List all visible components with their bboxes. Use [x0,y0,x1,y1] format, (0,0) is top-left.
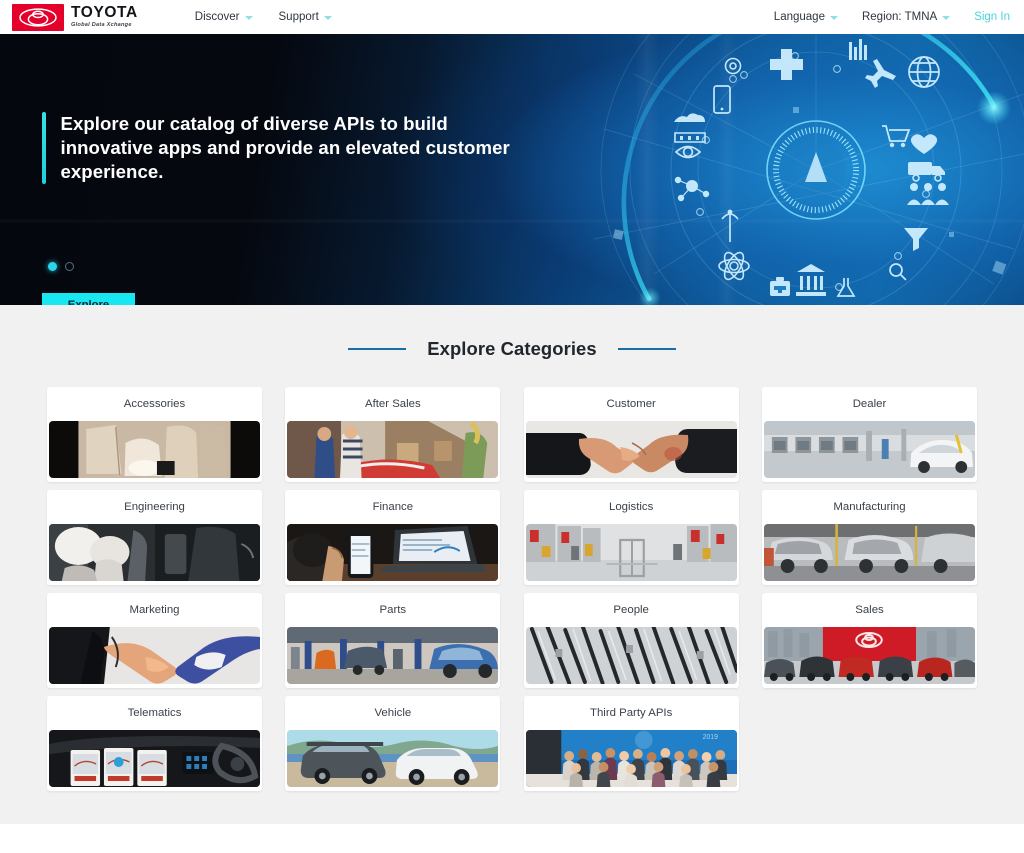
primary-nav: Discover Support [195,11,332,23]
category-card-title: Vehicle [374,707,412,719]
car-interior-seats-image [49,421,260,478]
toyota-emblem-icon [12,3,64,31]
svg-text:2019: 2019 [702,734,717,741]
carousel-dots [48,262,74,271]
nav-item-discover[interactable]: Discover [195,11,253,23]
category-card-title: Logistics [608,501,654,513]
family-at-dealership-image [287,421,499,478]
brand-tagline: Global Data Xchange [71,21,132,28]
phone-laptop-desk-image [287,524,499,581]
hero-accent-bar [42,112,46,184]
section-header: Explore Categories [0,338,1024,360]
category-card-title: Finance [372,501,414,513]
category-card-title: Telematics [127,707,182,719]
wiper-blades-stack-image [525,627,737,684]
two-suvs-landscape-image [287,730,499,787]
region-selector[interactable]: Region: TMNA [861,11,951,23]
car-dashboard-navigation-image [49,730,260,787]
category-card-marketing[interactable]: Marketing [47,593,262,688]
dealership-service-bay-image [763,421,975,478]
warehouse-aisle-image [525,524,737,581]
category-card-parts[interactable]: Parts [285,593,501,688]
carousel-dot-1[interactable] [48,262,57,271]
brand-name: TOYOTA [71,4,138,22]
handshake-image [525,421,737,478]
category-card-customer[interactable]: Customer [523,387,739,482]
carousel-dot-2[interactable] [65,262,74,271]
group-team-photo-image: 2019 [525,730,737,787]
category-card-title: Parts [379,604,407,616]
category-card-third-party-apis[interactable]: Third Party APIs 2019 [523,696,739,791]
airbag-deployment-test-image [49,524,260,581]
sign-in-link[interactable]: Sign In [974,11,1010,23]
region-selector-label: Region: TMNA [861,11,938,23]
nav-item-support-label: Support [278,11,319,23]
assembly-line-car-bodies-image [763,524,975,581]
category-card-title: Third Party APIs [590,707,673,719]
language-selector[interactable]: Language [774,11,838,23]
hero-banner: Explore our catalog of diverse APIs to b… [0,34,1024,305]
page-title: Explore Categories [427,338,597,359]
category-card-title: After Sales [364,398,421,410]
category-card-title: Customer [606,398,656,410]
category-card-engineering[interactable]: Engineering [47,490,262,585]
nav-item-discover-label: Discover [194,11,240,23]
chevron-down-icon [829,16,838,20]
business-handshake-suit-image [49,627,260,684]
chevron-down-icon [244,16,253,20]
digital-technology-icons-circle-graphic [594,34,1024,305]
brand-logo[interactable]: TOYOTA Global Data Xchange [12,3,138,31]
utility-nav: Language Region: TMNA Sign In [774,11,1010,23]
category-card-after-sales[interactable]: After Sales [285,387,501,482]
chevron-down-icon [323,16,332,20]
hero-headline: Explore our catalog of diverse APIs to b… [60,113,510,182]
explore-categories-section: Explore Categories Accessories After Sal… [0,305,1024,824]
language-selector-label: Language [773,11,825,23]
category-card-title: Accessories [123,398,186,410]
parts-service-shop-image [287,627,499,684]
category-grid: Accessories After Sales Customer Dealer … [47,387,977,791]
category-card-title: Engineering [124,501,185,513]
category-card-telematics[interactable]: Telematics [47,696,262,791]
category-card-accessories[interactable]: Accessories [47,387,262,482]
nav-item-support[interactable]: Support [279,11,332,23]
explore-button[interactable]: Explore [42,293,135,305]
category-card-finance[interactable]: Finance [285,490,501,585]
hero-copy: Explore our catalog of diverse APIs to b… [42,112,513,184]
category-card-sales[interactable]: Sales [761,593,977,688]
divider-left [348,347,407,351]
showroom-cars-red-wall-image [763,627,975,684]
category-card-manufacturing[interactable]: Manufacturing [761,490,977,585]
category-card-title: Sales [855,604,884,616]
chevron-down-icon [942,16,951,20]
category-card-title: Manufacturing [833,501,906,513]
divider-right [617,347,676,351]
category-card-title: Dealer [852,398,887,410]
category-card-title: Marketing [129,604,180,616]
category-card-logistics[interactable]: Logistics [523,490,739,585]
category-card-dealer[interactable]: Dealer [761,387,977,482]
category-card-vehicle[interactable]: Vehicle [285,696,501,791]
category-card-people[interactable]: People [523,593,739,688]
category-card-title: People [613,604,649,616]
top-navigation-bar: TOYOTA Global Data Xchange Discover Supp… [0,0,1024,34]
